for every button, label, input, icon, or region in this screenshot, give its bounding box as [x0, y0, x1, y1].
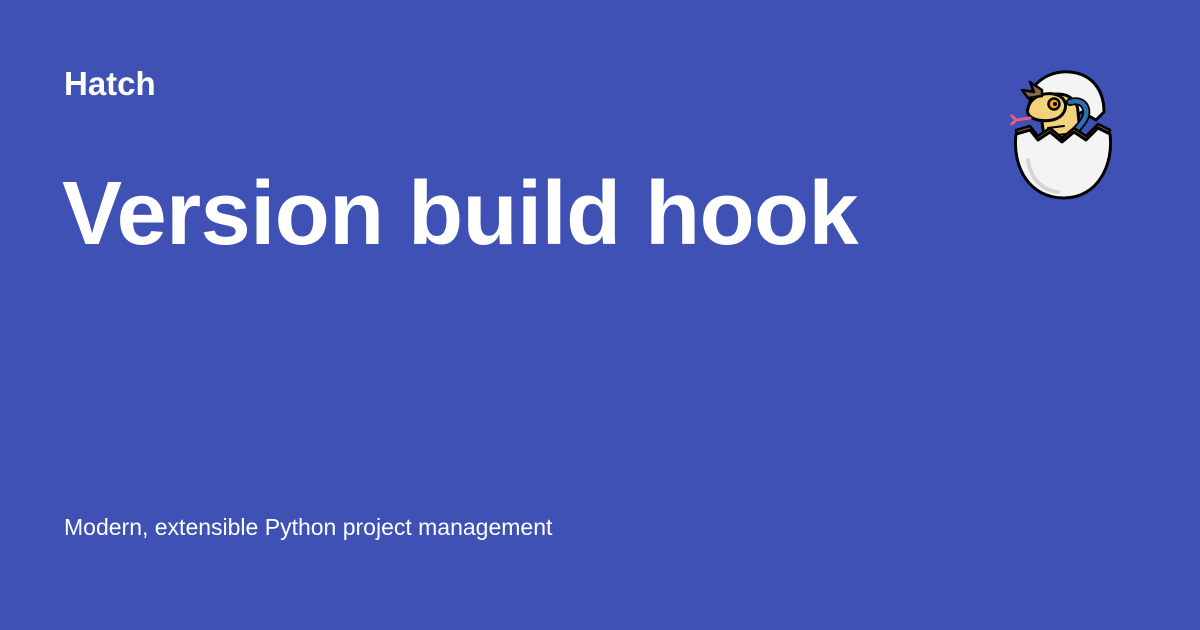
page-title: Version build hook	[62, 164, 859, 264]
snake-tongue	[1010, 114, 1032, 126]
hatching-snake-egg-icon	[1008, 68, 1118, 204]
tagline: Modern, extensible Python project manage…	[64, 514, 553, 540]
site-name: Hatch	[64, 65, 156, 102]
social-card: Hatch Version build hook Modern, extensi…	[0, 0, 1200, 630]
